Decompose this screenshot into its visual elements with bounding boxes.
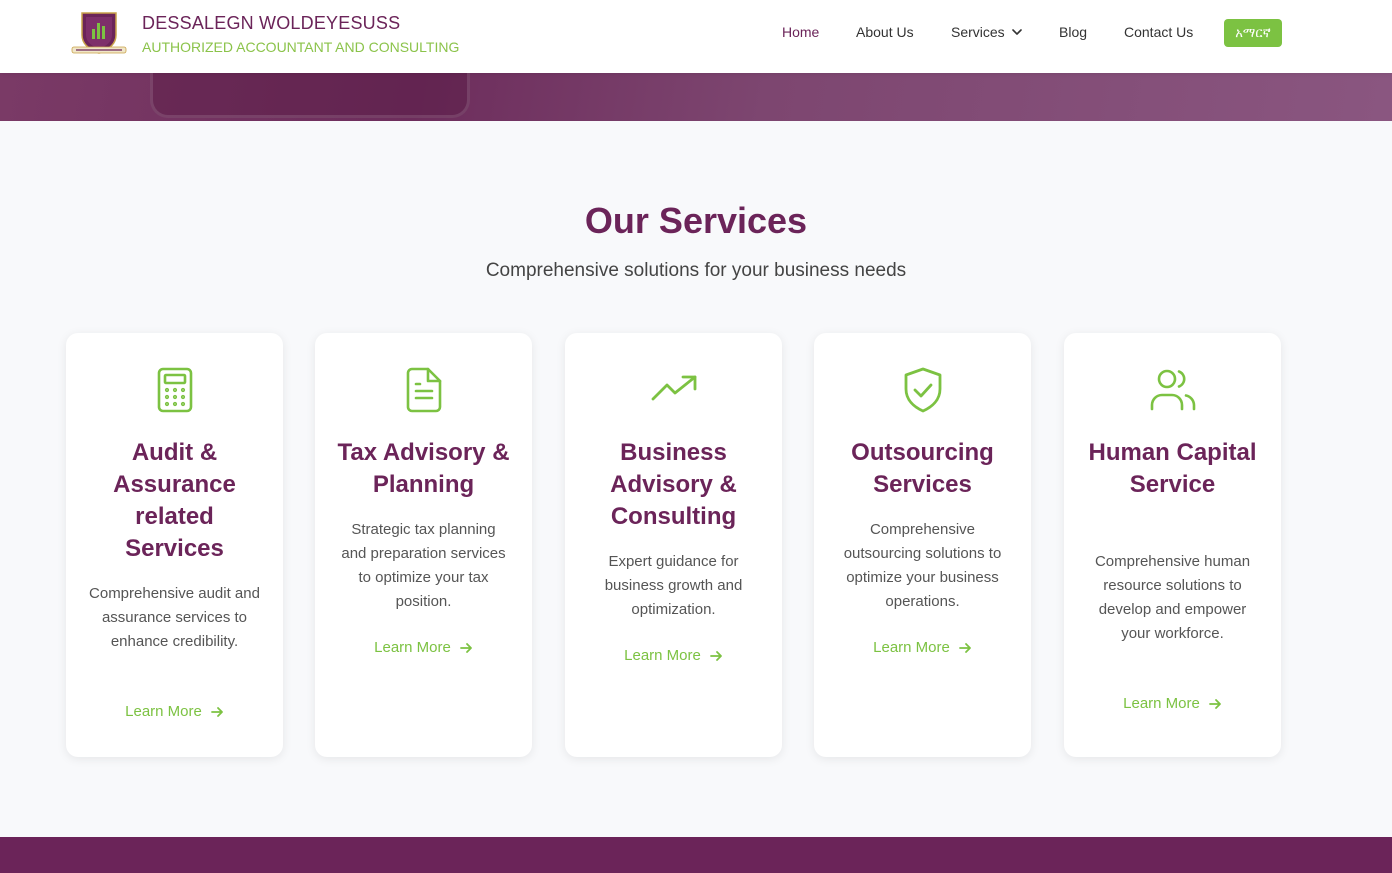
service-card-outsourcing: Outsourcing Services Comprehensive outso… — [814, 333, 1031, 757]
nav-blog[interactable]: Blog — [1059, 24, 1087, 40]
main-nav: Home About Us Services Blog Contact Us — [0, 24, 1392, 44]
card-title: Audit & Assurance related Services — [113, 439, 236, 562]
card-description: Expert guidance for business growth and … — [604, 553, 743, 618]
hero-background-shape — [150, 73, 470, 118]
users-icon — [1064, 367, 1281, 413]
learn-more-link[interactable]: Learn More — [1064, 695, 1281, 712]
service-card-audit: Audit & Assurance related Services Compr… — [66, 333, 283, 757]
learn-more-link[interactable]: Learn More — [315, 639, 532, 656]
card-description: Comprehensive audit and assurance servic… — [89, 585, 260, 650]
learn-more-label: Learn More — [873, 639, 950, 656]
card-description: Comprehensive human resource solutions t… — [1094, 553, 1251, 642]
card-title: Human Capital Service — [1088, 439, 1257, 498]
service-card-business-advisory: Business Advisory & Consulting Expert gu… — [565, 333, 782, 757]
arrow-right-icon — [210, 706, 223, 717]
learn-more-link[interactable]: Learn More — [66, 703, 283, 720]
footer-band — [0, 837, 1392, 873]
service-card-tax: Tax Advisory & Planning Strategic tax pl… — [315, 333, 532, 757]
arrow-right-icon — [459, 642, 472, 653]
nav-services-label: Services — [951, 24, 1005, 40]
arrow-right-icon — [1208, 698, 1221, 709]
card-title: Tax Advisory & Planning — [337, 439, 510, 498]
chevron-down-icon — [1011, 29, 1022, 35]
learn-more-label: Learn More — [624, 647, 701, 664]
learn-more-label: Learn More — [125, 703, 202, 720]
card-title: Outsourcing Services — [851, 439, 994, 498]
learn-more-link[interactable]: Learn More — [814, 639, 1031, 656]
trending-up-icon — [565, 367, 782, 413]
card-description: Comprehensive outsourcing solutions to o… — [843, 521, 1002, 610]
hero-image-strip — [0, 73, 1392, 121]
card-title: Business Advisory & Consulting — [610, 439, 737, 530]
learn-more-link[interactable]: Learn More — [565, 647, 782, 664]
learn-more-label: Learn More — [374, 639, 451, 656]
nav-contact[interactable]: Contact Us — [1124, 24, 1193, 40]
section-title: Our Services — [584, 200, 808, 241]
arrow-right-icon — [958, 642, 971, 653]
shield-check-icon — [814, 367, 1031, 413]
nav-about[interactable]: About Us — [856, 24, 914, 40]
site-header: DESSALEGN WOLDEYESUSS AUTHORIZED ACCOUNT… — [0, 0, 1392, 73]
service-card-human-capital: Human Capital Service Comprehensive huma… — [1064, 333, 1281, 757]
calculator-icon — [66, 367, 283, 413]
learn-more-label: Learn More — [1123, 695, 1200, 712]
nav-home[interactable]: Home — [782, 24, 819, 40]
nav-services[interactable]: Services — [951, 24, 1023, 40]
language-toggle-button[interactable]: አማርኛ — [1224, 19, 1282, 47]
arrow-right-icon — [709, 650, 722, 661]
section-subtitle: Comprehensive solutions for your busines… — [485, 260, 907, 281]
card-description: Strategic tax planning and preparation s… — [341, 521, 506, 610]
document-icon — [315, 367, 532, 413]
